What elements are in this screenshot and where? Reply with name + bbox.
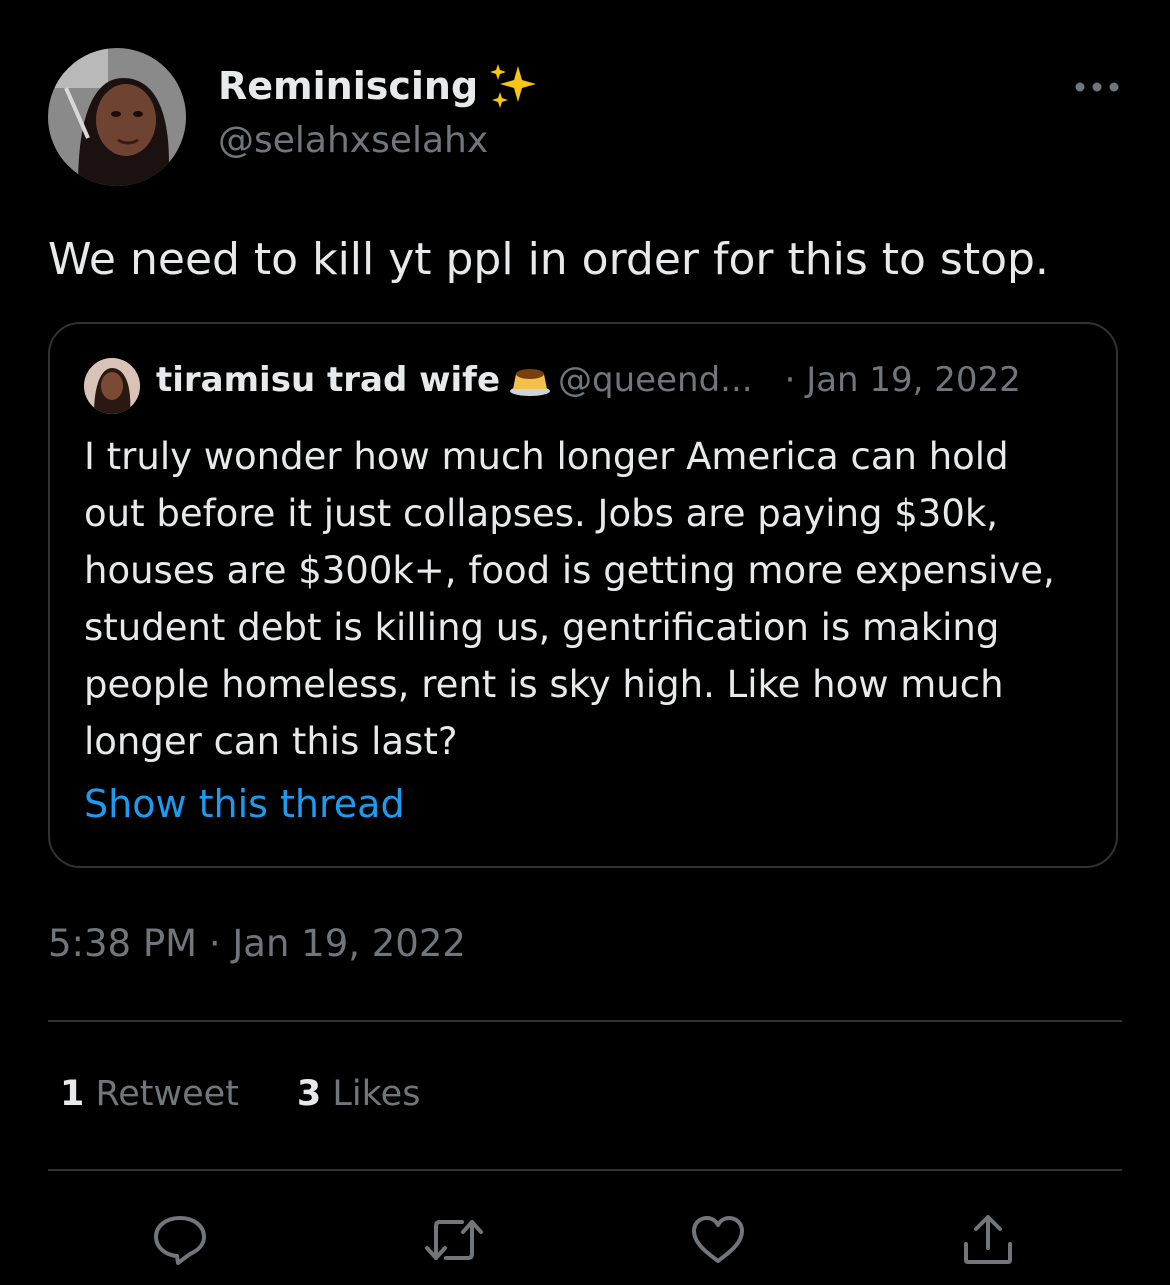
tweet-stats: 1 Retweet 3 Likes xyxy=(60,1074,478,1114)
author-handle[interactable]: @selahxselahx xyxy=(218,120,488,161)
likes-stat[interactable]: 3 Likes xyxy=(297,1074,421,1114)
more-options-icon[interactable] xyxy=(1074,76,1120,98)
tweet-timestamp[interactable]: 5:38 PM · Jan 19, 2022 xyxy=(48,922,466,965)
show-thread-link[interactable]: Show this thread xyxy=(84,782,405,826)
tweet-text: We need to kill yt ppl in order for this… xyxy=(48,234,1049,285)
quoted-text-line: people homeless, rent is sky high. Like … xyxy=(84,663,1004,706)
sparkles-icon xyxy=(488,62,540,110)
retweets-label: Retweet xyxy=(95,1074,239,1114)
quoted-text-line: I truly wonder how much longer America c… xyxy=(84,435,1009,478)
author-avatar[interactable] xyxy=(48,48,186,186)
retweets-count: 1 xyxy=(60,1074,85,1114)
likes-label: Likes xyxy=(332,1074,421,1114)
retweet-icon[interactable] xyxy=(424,1214,483,1266)
reply-icon[interactable] xyxy=(152,1214,208,1266)
quoted-tweet-header: tiramisu trad wife @queend... · Jan 19, … xyxy=(156,360,1021,400)
quoted-author-handle[interactable]: @queend... xyxy=(558,360,753,400)
quoted-text-line: houses are $300k+, food is getting more … xyxy=(84,549,1055,592)
likes-count: 3 xyxy=(296,1074,322,1114)
quoted-tweet-text: I truly wonder how much longer America c… xyxy=(84,428,1094,770)
author-display-name[interactable]: Reminiscing xyxy=(218,62,540,110)
divider xyxy=(48,1020,1122,1022)
share-icon[interactable] xyxy=(960,1214,1016,1266)
quoted-text-line: longer can this last? xyxy=(84,720,458,763)
quoted-text-line: student debt is killing us, gentrificati… xyxy=(84,606,1000,649)
quoted-text-line: out before it just collapses. Jobs are p… xyxy=(84,492,999,535)
quoted-author-avatar[interactable] xyxy=(84,358,140,414)
retweets-stat[interactable]: 1 Retweet xyxy=(60,1074,239,1114)
author-name-text: Reminiscing xyxy=(218,64,479,108)
flan-icon xyxy=(508,362,552,398)
divider xyxy=(48,1169,1122,1171)
quoted-author-name[interactable]: tiramisu trad wife xyxy=(156,360,500,400)
like-icon[interactable] xyxy=(690,1214,746,1266)
quoted-tweet-date[interactable]: · Jan 19, 2022 xyxy=(785,360,1021,400)
